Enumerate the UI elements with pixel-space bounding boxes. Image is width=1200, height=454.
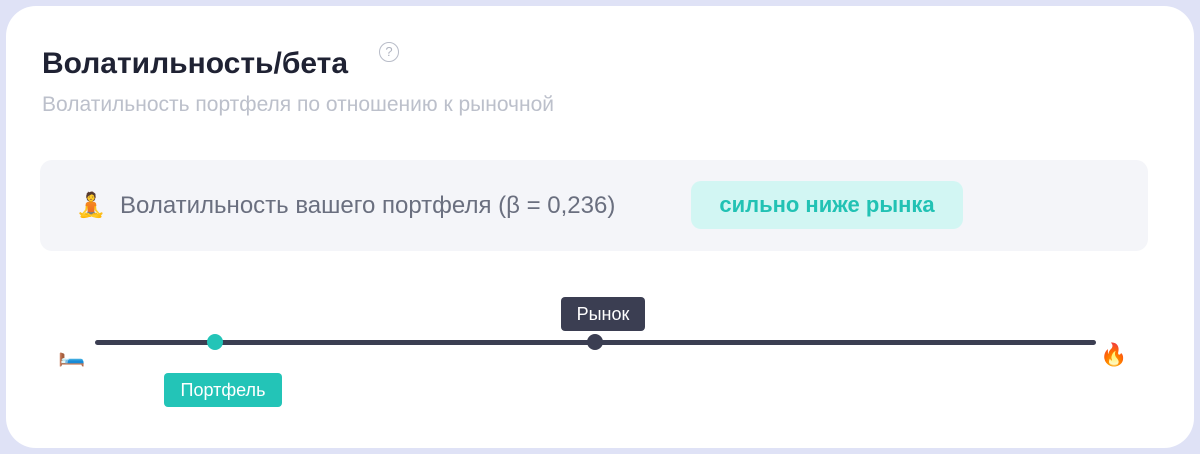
- card-title: Волатильность/бета: [42, 47, 349, 80]
- fire-icon: 🔥: [1100, 342, 1128, 367]
- market-marker-label: Рынок: [561, 297, 645, 331]
- beta-summary-text: Волатильность вашего портфеля (β = 0,236…: [120, 192, 616, 219]
- bed-icon: 🛏️: [58, 342, 86, 367]
- question-circle-icon[interactable]: ?: [379, 42, 399, 62]
- volatility-scale: 🛏️ Рынок Портфель 🔥: [6, 286, 1194, 426]
- market-marker-dot: [587, 334, 603, 350]
- meditation-emoji-icon: 🧘: [76, 192, 106, 219]
- portfolio-marker-label: Портфель: [164, 373, 282, 407]
- beta-summary-box: 🧘 Волатильность вашего портфеля (β = 0,2…: [40, 160, 1148, 251]
- volatility-beta-card: Волатильность/бета ? Волатильность портф…: [6, 6, 1194, 448]
- portfolio-marker-dot: [207, 334, 223, 350]
- card-subtitle: Волатильность портфеля по отношению к ры…: [42, 93, 555, 116]
- volatility-level-badge: сильно ниже рынка: [691, 181, 963, 229]
